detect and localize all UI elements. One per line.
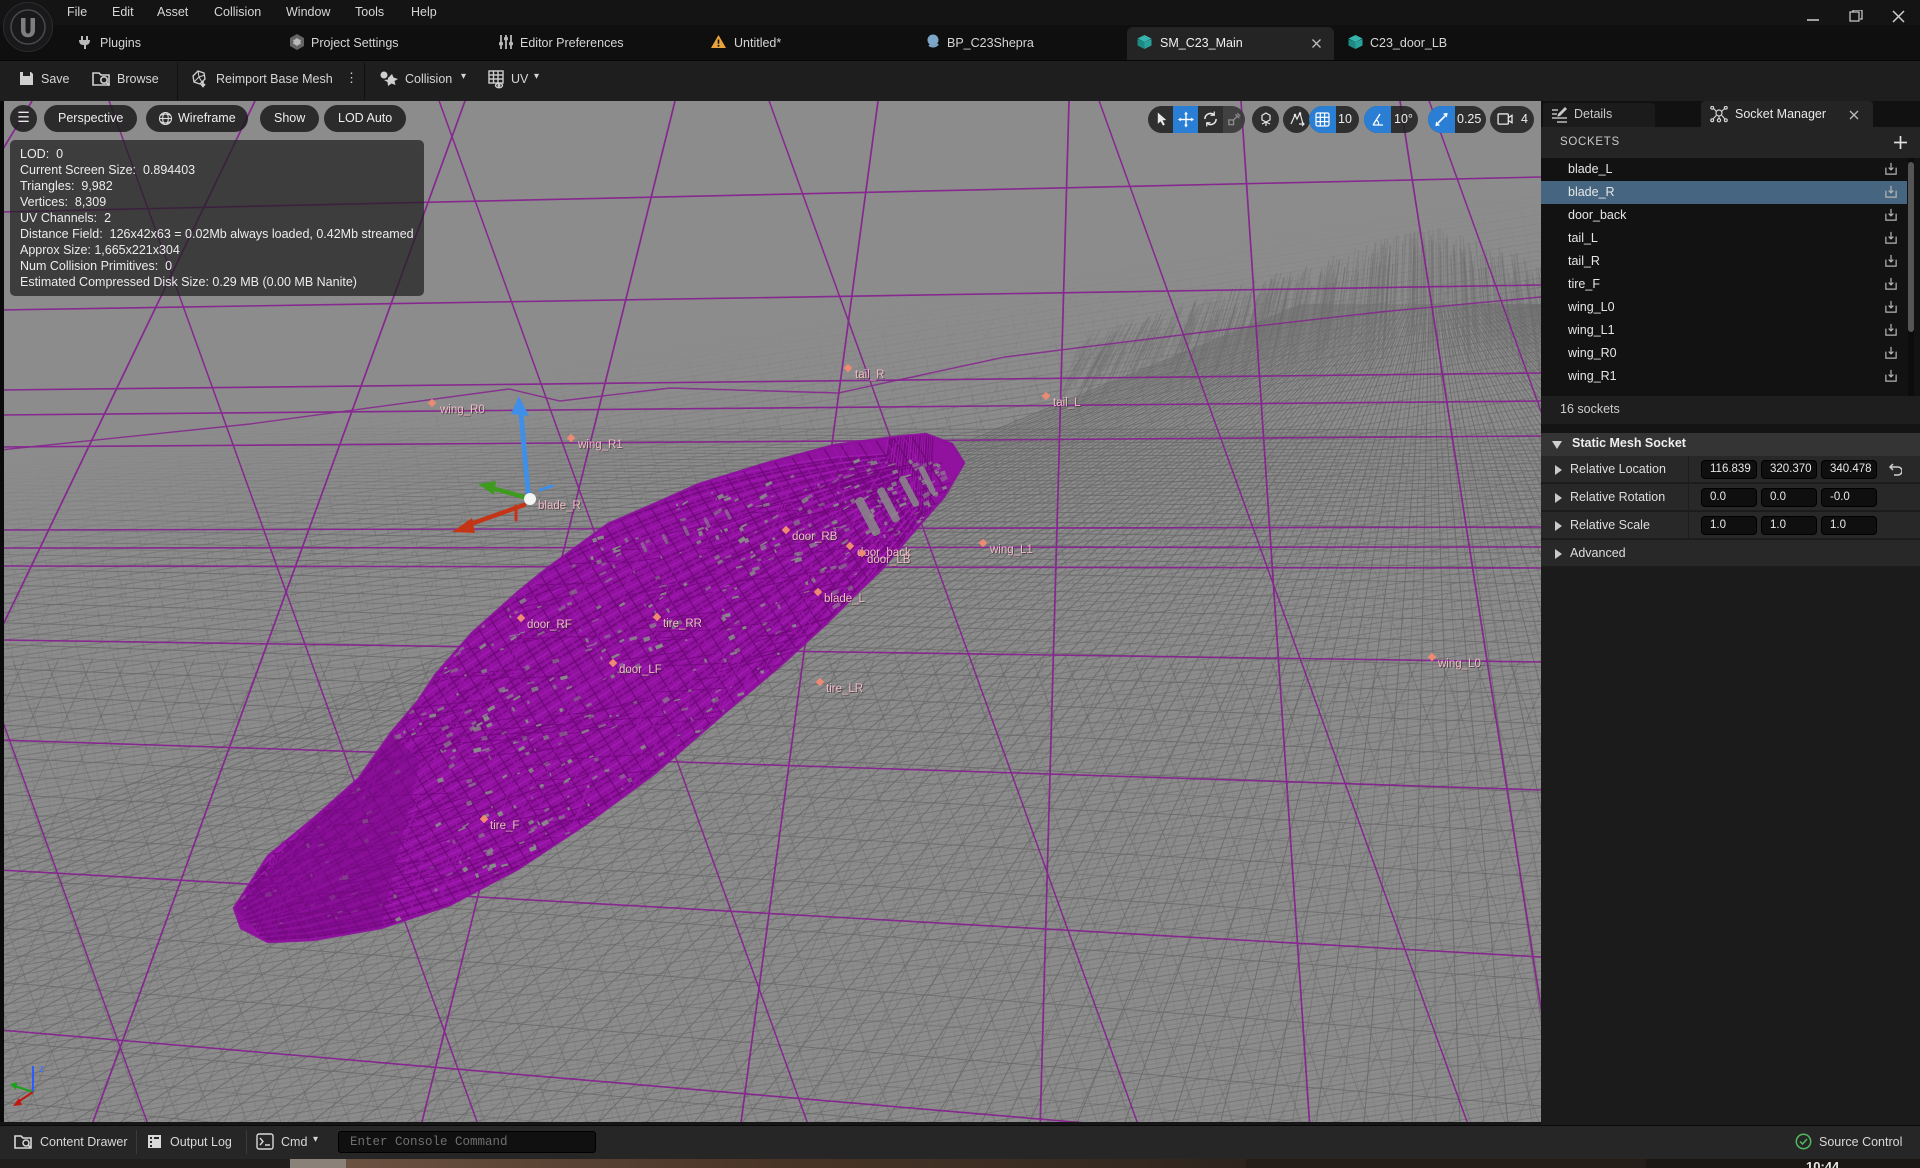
svg-text:z: z — [39, 1064, 44, 1075]
svg-text:blade_R: blade_R — [538, 500, 581, 512]
svg-text:wing_L1: wing_L1 — [989, 544, 1033, 556]
svg-text:wing_R0: wing_R0 — [439, 404, 485, 416]
svg-text:tire_RR: tire_RR — [663, 618, 702, 630]
svg-text:door_RB: door_RB — [792, 531, 838, 543]
svg-text:wing_R1: wing_R1 — [577, 439, 623, 451]
svg-text:tail_R: tail_R — [855, 369, 884, 381]
svg-text:door_LF: door_LF — [619, 664, 662, 676]
svg-text:tail_L: tail_L — [1053, 397, 1081, 409]
svg-text:tire_F: tire_F — [490, 820, 519, 832]
svg-text:door_LB: door_LB — [867, 554, 911, 566]
svg-text:blade_L: blade_L — [824, 593, 866, 605]
svg-text:door_RF: door_RF — [527, 619, 572, 631]
svg-text:tire_LR: tire_LR — [826, 683, 863, 695]
svg-text:wing_L0: wing_L0 — [1437, 658, 1481, 670]
